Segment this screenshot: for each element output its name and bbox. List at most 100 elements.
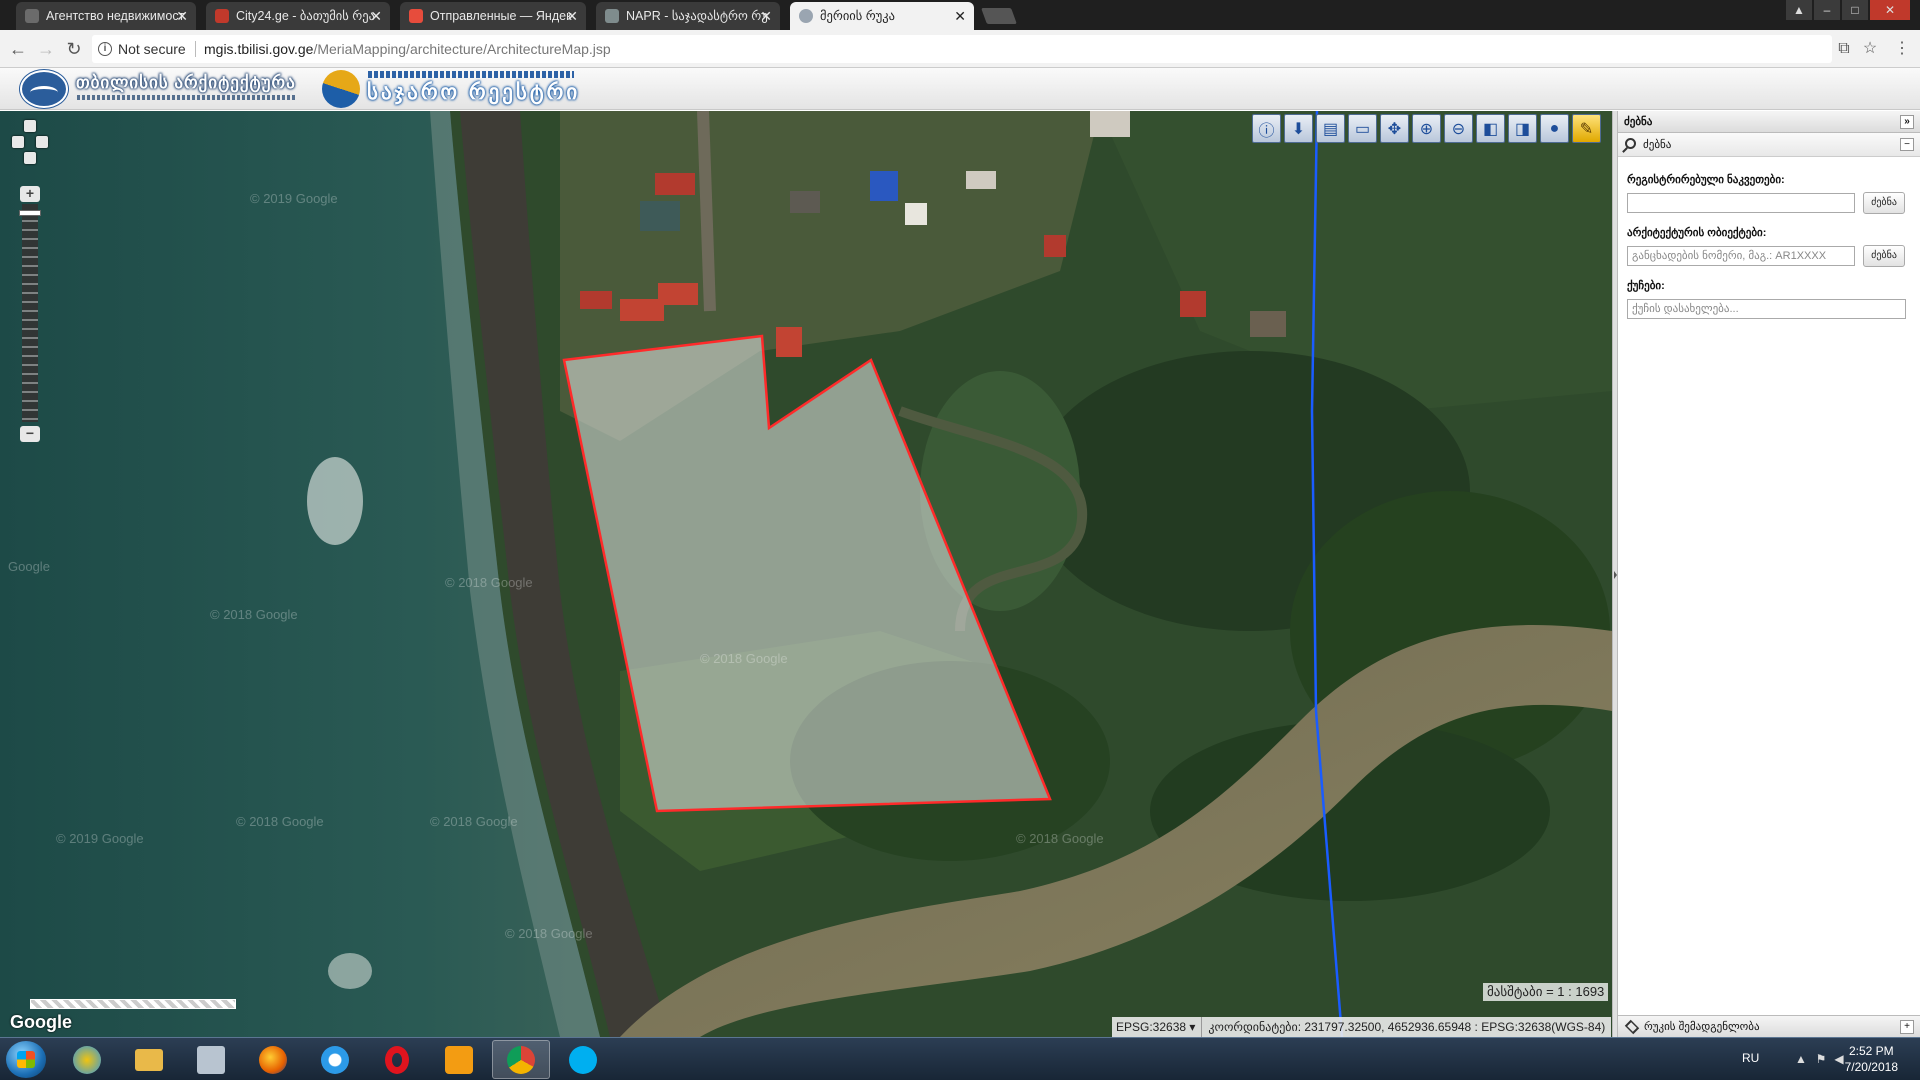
- map-watermark: © 2018 Google: [1016, 831, 1104, 846]
- logo-title: სა​ჯარო რეესტრი: [367, 81, 581, 104]
- translate-icon[interactable]: ⧉: [1834, 39, 1854, 59]
- satellite-imagery: [0, 111, 1612, 1037]
- tab-close-icon[interactable]: ✕: [566, 2, 578, 30]
- public-registry-logo[interactable]: [322, 70, 360, 108]
- zoom-out-icon[interactable]: ⊖: [1444, 114, 1473, 143]
- start-button[interactable]: [6, 1041, 46, 1078]
- scale-bar: [30, 999, 236, 1009]
- globe-icon: [799, 9, 813, 23]
- taskbar-ie-app[interactable]: [306, 1040, 364, 1079]
- pan-left-icon[interactable]: [12, 136, 24, 148]
- projection-value: EPSG:32638: [1116, 1020, 1187, 1034]
- measure-icon[interactable]: ▭: [1348, 114, 1377, 143]
- browser-tabstrip: Агентство недвижимост ✕ City24.ge - ბათუ…: [0, 0, 1920, 30]
- browser-tab-4[interactable]: NAPR - საჯადასტრო რუ ✕: [596, 2, 780, 30]
- tab-close-icon[interactable]: ✕: [760, 2, 772, 30]
- skype-icon: [569, 1045, 597, 1074]
- info-icon[interactable]: ⓘ: [1252, 114, 1281, 143]
- bookmark-star-icon[interactable]: ☆: [1860, 39, 1880, 59]
- projection-select[interactable]: EPSG:32638 ▾: [1112, 1017, 1203, 1037]
- identify-icon[interactable]: ⬇: [1284, 114, 1313, 143]
- draw-icon[interactable]: ✎: [1572, 114, 1601, 143]
- language-indicator[interactable]: RU: [1742, 1051, 1759, 1065]
- menu-icon[interactable]: ⋮: [1892, 39, 1912, 59]
- media-player-icon: [445, 1045, 473, 1074]
- map-viewport[interactable]: © 2019 Google © 2018 Google © 2018 Googl…: [0, 111, 1612, 1037]
- folder-icon: [135, 1048, 163, 1071]
- back-icon[interactable]: ←: [7, 38, 29, 60]
- taskbar-chrome-app[interactable]: [492, 1040, 550, 1079]
- favicon-icon: [605, 9, 619, 23]
- calculator-icon: [197, 1045, 225, 1074]
- architecture-search-button[interactable]: ძებნა: [1863, 245, 1905, 267]
- zoom-slider-handle[interactable]: [19, 210, 41, 216]
- taskbar-opera-app[interactable]: [368, 1040, 426, 1079]
- security-label[interactable]: Not secure: [118, 35, 186, 63]
- globe-icon[interactable]: ●: [1540, 114, 1569, 143]
- zoom-out-button[interactable]: −: [20, 426, 40, 442]
- cadastral-search-button[interactable]: ძებნა: [1863, 192, 1905, 214]
- panel-header: ძებნა »: [1618, 111, 1920, 133]
- show-hidden-icons-icon[interactable]: ▲: [1794, 1052, 1808, 1066]
- browser-tab-2[interactable]: City24.ge - ბათუმის რეა ✕: [206, 2, 390, 30]
- tab-title: Агентство недвижимост: [46, 9, 185, 23]
- logo-subtitle-decoration: [77, 95, 295, 100]
- browser-tab-3[interactable]: Отправленные — Яндек ✕: [400, 2, 586, 30]
- minimize-button[interactable]: –: [1814, 0, 1840, 20]
- forward-icon[interactable]: →: [35, 38, 57, 60]
- pan-right-icon[interactable]: [36, 136, 48, 148]
- url-field[interactable]: i Not secure mgis.tbilisi.gov.ge/MeriaMa…: [92, 35, 1832, 63]
- url-text: mgis.tbilisi.gov.ge/MeriaMapping/archite…: [204, 35, 611, 63]
- map-watermark: © 2018 Google: [236, 814, 324, 829]
- street-input[interactable]: [1627, 299, 1906, 319]
- zoom-track[interactable]: [22, 204, 38, 422]
- favicon-icon: [409, 9, 423, 23]
- zoom-bar: + −: [19, 186, 41, 442]
- clock[interactable]: 2:52 PM 7/20/2018: [1845, 1043, 1898, 1075]
- expand-section-icon[interactable]: +: [1900, 1020, 1914, 1034]
- new-tab-button[interactable]: [981, 8, 1017, 24]
- clock-date: 7/20/2018: [1844, 1060, 1898, 1074]
- taskbar-explorer-app[interactable]: [120, 1040, 178, 1079]
- internet-explorer-icon: [321, 1045, 349, 1074]
- minimize-section-icon[interactable]: −: [1900, 138, 1914, 151]
- coordinate-bar: EPSG:32638 ▾ კოორდინატები: 231797.32500,…: [1112, 1017, 1612, 1037]
- map-layers-footer[interactable]: რუკის შემადგენლობა +: [1618, 1015, 1920, 1037]
- favicon-icon: [215, 9, 229, 23]
- flag-icon[interactable]: ⚑: [1814, 1052, 1828, 1066]
- zoom-previous-icon[interactable]: ◧: [1476, 114, 1505, 143]
- google-logo: Google: [10, 1012, 72, 1032]
- browser-tab-1[interactable]: Агентство недвижимост ✕: [16, 2, 196, 30]
- reload-icon[interactable]: ↻: [63, 38, 85, 60]
- search-section-header[interactable]: ძებნა −: [1618, 133, 1920, 157]
- maximize-button[interactable]: □: [1842, 0, 1868, 20]
- taskbar-skype-app[interactable]: [554, 1040, 612, 1079]
- pan-up-icon[interactable]: [24, 120, 36, 132]
- table-icon[interactable]: ▤: [1316, 114, 1345, 143]
- taskbar-paint-app[interactable]: [58, 1040, 116, 1079]
- info-icon[interactable]: i: [98, 42, 112, 56]
- architecture-object-input[interactable]: [1627, 246, 1855, 266]
- zoom-in-button[interactable]: +: [20, 186, 40, 202]
- cadastral-input[interactable]: [1627, 193, 1855, 213]
- zoom-in-icon[interactable]: ⊕: [1412, 114, 1441, 143]
- streets-label: ქუჩები:: [1627, 280, 1665, 292]
- pan-down-icon[interactable]: [24, 152, 36, 164]
- tab-close-icon[interactable]: ✕: [370, 2, 382, 30]
- logo-title: თბილისის არქიტექტურა: [76, 73, 296, 92]
- collapse-panel-icon[interactable]: »: [1900, 115, 1914, 129]
- tab-close-icon[interactable]: ✕: [176, 2, 188, 30]
- tbilisi-architecture-logo[interactable]: [20, 70, 68, 108]
- window-close-button[interactable]: ✕: [1870, 0, 1910, 20]
- pan-icon[interactable]: ✥: [1380, 114, 1409, 143]
- zoom-next-icon[interactable]: ◨: [1508, 114, 1537, 143]
- taskbar-calculator-app[interactable]: [182, 1040, 240, 1079]
- layers-icon: [1624, 1019, 1640, 1035]
- search-panel: ძებნა » ძებნა − რეგისტრირებული ნაკვეთები…: [1618, 111, 1920, 1037]
- taskbar-firefox-app[interactable]: [244, 1040, 302, 1079]
- user-icon[interactable]: ▲: [1786, 0, 1812, 20]
- browser-tab-5[interactable]: მერიის რუკა ✕: [790, 2, 974, 30]
- logo-subtitle-decoration: [368, 71, 574, 78]
- taskbar-media-app[interactable]: [430, 1040, 488, 1079]
- tab-close-icon[interactable]: ✕: [954, 2, 966, 30]
